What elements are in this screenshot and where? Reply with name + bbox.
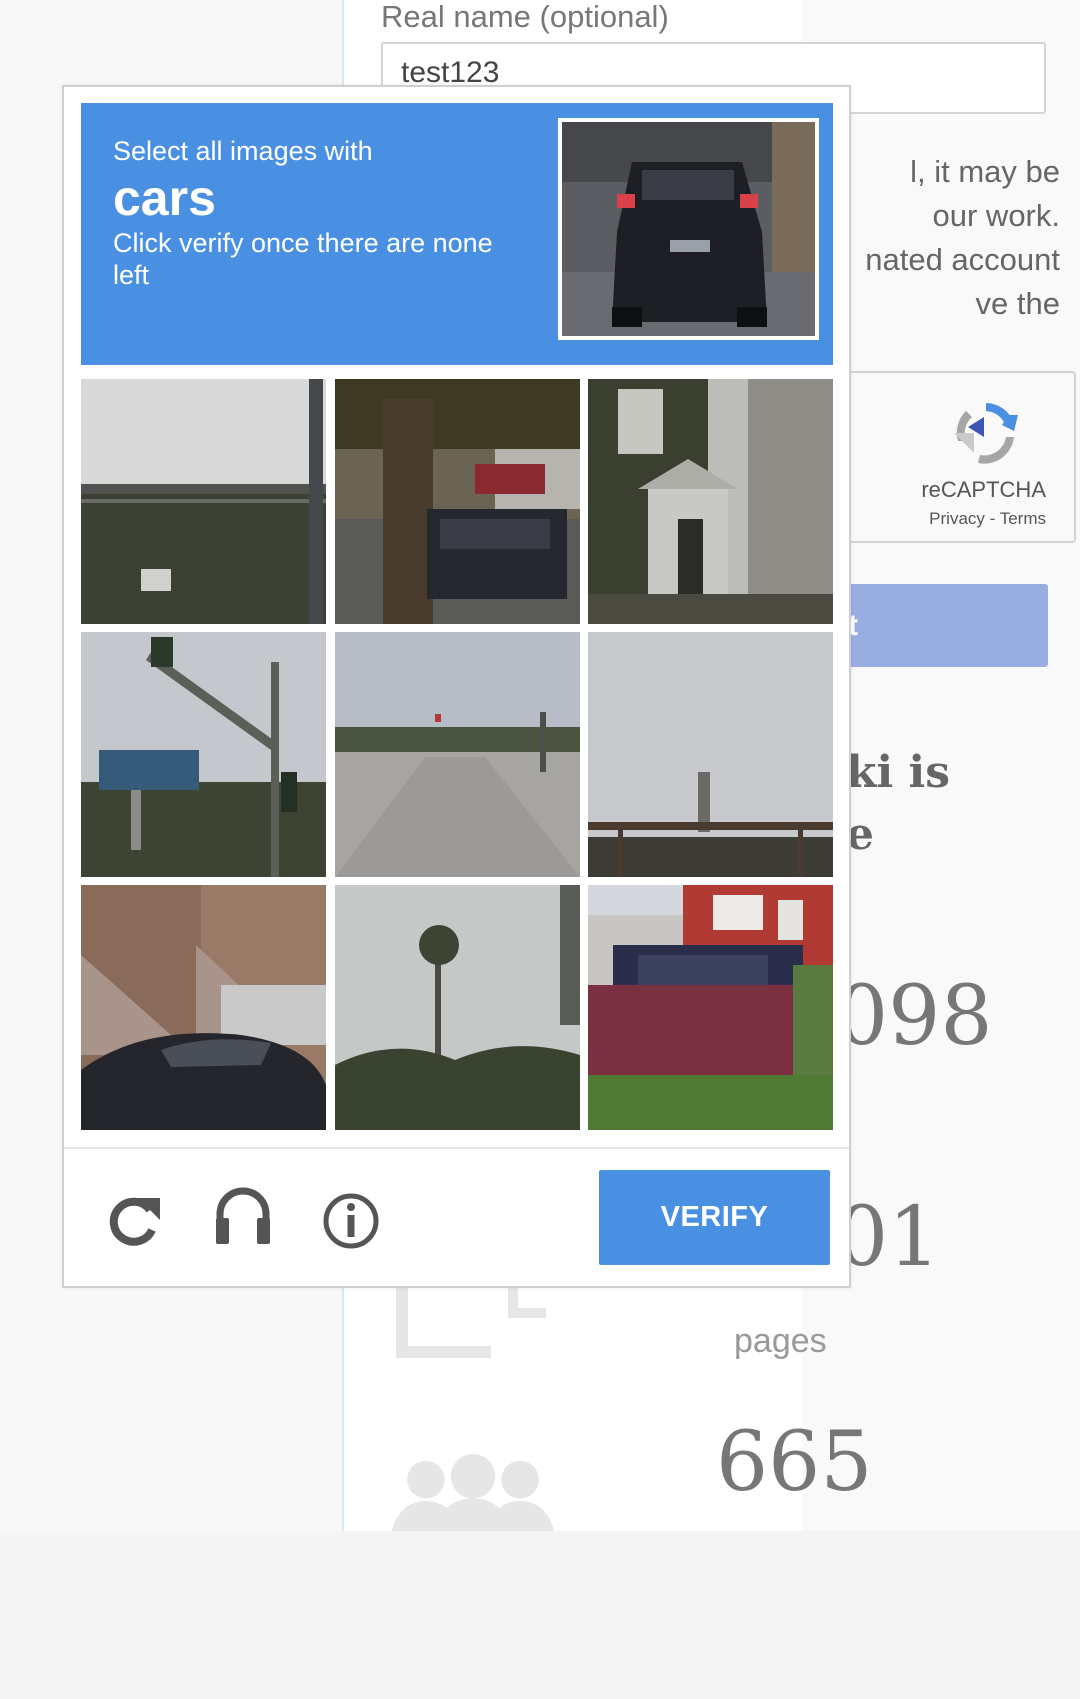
empty-road-image xyxy=(335,632,580,877)
captcha-sample-image xyxy=(558,118,819,340)
stat-value: 665 xyxy=(716,1415,873,1510)
captcha-tile[interactable] xyxy=(81,885,326,1130)
captcha-header: Select all images with cars Click verify… xyxy=(81,103,833,365)
stat-label-pages: pages xyxy=(734,1322,827,1360)
palm-tree-image xyxy=(335,885,580,1130)
traffic-light-billboard-image xyxy=(81,632,326,877)
captcha-target-object: cars xyxy=(113,170,216,226)
stat-value: 01 xyxy=(836,1190,941,1285)
real-name-label: Real name (optional) xyxy=(381,0,669,34)
reload-icon[interactable] xyxy=(104,1190,162,1252)
captcha-tile[interactable] xyxy=(588,632,833,877)
verify-button[interactable]: VERIFY xyxy=(599,1170,830,1265)
headphones-icon[interactable] xyxy=(214,1184,272,1246)
suv-in-driveway-image xyxy=(588,885,833,1130)
captcha-tile[interactable] xyxy=(335,885,580,1130)
brownstone-with-car-image xyxy=(81,885,326,1130)
users-icon xyxy=(391,1454,555,1531)
captcha-tile[interactable] xyxy=(335,379,580,624)
terms-link[interactable]: Terms xyxy=(1000,509,1046,528)
captcha-footer-divider xyxy=(64,1147,849,1149)
house-image xyxy=(588,379,833,624)
captcha-tile[interactable] xyxy=(588,379,833,624)
recaptcha-title: reCAPTCHA xyxy=(921,477,1046,502)
links-separator: - xyxy=(984,509,1000,528)
captcha-tile[interactable] xyxy=(81,379,326,624)
wiki-heading-line1: ki is xyxy=(846,747,951,798)
captcha-instruction: Select all images with xyxy=(113,136,373,166)
page-footer-area xyxy=(0,1531,1080,1699)
car-rear-sample-image xyxy=(562,122,815,336)
captcha-image-grid xyxy=(81,379,833,1130)
stat-value: 098 xyxy=(836,969,993,1064)
recaptcha-logo-icon xyxy=(954,403,1018,464)
captcha-subtext: Click verify once there are none left xyxy=(113,228,493,290)
tree-with-van-image xyxy=(335,379,580,624)
fence-overpass-image xyxy=(81,379,326,624)
captcha-tile[interactable] xyxy=(335,632,580,877)
captcha-tile[interactable] xyxy=(81,632,326,877)
info-icon[interactable] xyxy=(322,1190,380,1252)
recaptcha-links: Privacy - Terms xyxy=(929,509,1046,529)
sky-with-tower-image xyxy=(588,632,833,877)
privacy-link[interactable]: Privacy xyxy=(929,509,985,528)
captcha-tile[interactable] xyxy=(588,885,833,1130)
